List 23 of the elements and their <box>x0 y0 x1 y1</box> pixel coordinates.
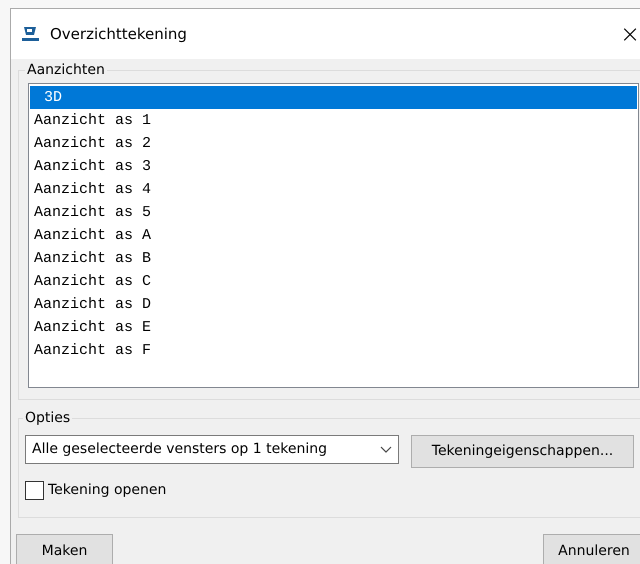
cancel-button[interactable]: Annuleren <box>543 534 640 564</box>
list-item[interactable]: Aanzicht as 2 <box>30 132 637 155</box>
create-button[interactable]: Maken <box>16 534 113 564</box>
list-item[interactable]: 3D <box>30 86 637 109</box>
chevron-down-icon <box>380 446 392 454</box>
properties-button[interactable]: Tekeningeigenschappen... <box>411 435 634 468</box>
group-label: Opties <box>23 409 72 427</box>
mode-dropdown[interactable]: Alle geselecteerde vensters op 1 tekening <box>25 435 399 464</box>
list-item[interactable]: Aanzicht as B <box>30 247 637 270</box>
list-item[interactable]: Aanzicht as A <box>30 224 637 247</box>
close-button[interactable]: × <box>615 22 640 46</box>
list-item[interactable]: Aanzicht as C <box>30 270 637 293</box>
list-item[interactable]: Aanzicht as D <box>30 293 637 316</box>
list-item[interactable]: Aanzicht as 5 <box>30 201 637 224</box>
list-item[interactable]: Aanzicht as E <box>30 316 637 339</box>
checkbox-label: Tekening openen <box>48 481 166 500</box>
list-item[interactable]: Aanzicht as F <box>30 339 637 362</box>
window-title: Overzichttekening <box>50 24 187 45</box>
checkbox[interactable] <box>25 481 44 500</box>
list-item[interactable]: Aanzicht as 1 <box>30 109 637 132</box>
list-item[interactable]: Aanzicht as 3 <box>30 155 637 178</box>
app-icon <box>21 26 41 42</box>
list-item[interactable]: Aanzicht as 4 <box>30 178 637 201</box>
